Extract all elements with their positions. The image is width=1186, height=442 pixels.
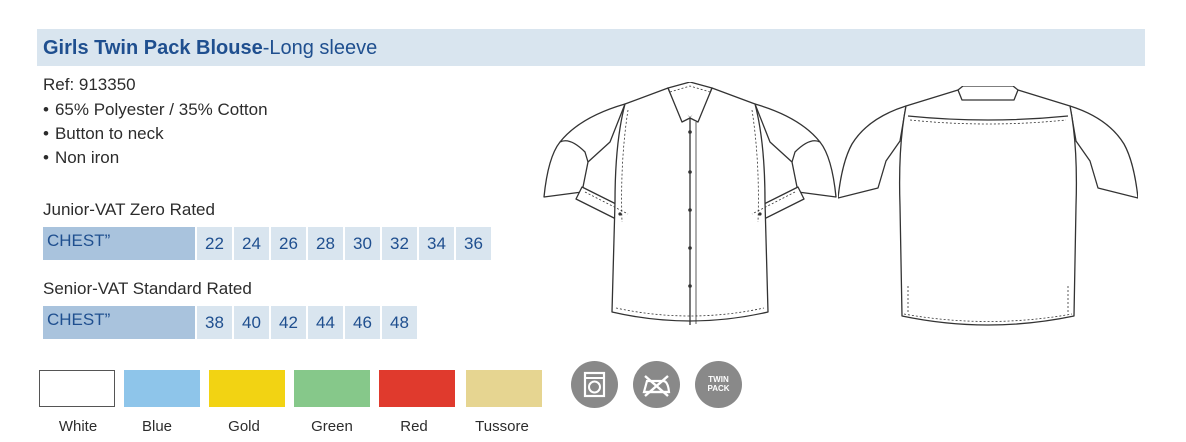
size-cell: 28 bbox=[308, 227, 343, 260]
feature-item: Non iron bbox=[43, 146, 268, 170]
swatch-green[interactable] bbox=[294, 370, 370, 407]
size-cell: 26 bbox=[271, 227, 306, 260]
swatch-label-white: White bbox=[58, 418, 98, 435]
size-cell: 44 bbox=[308, 306, 343, 339]
size-cell: 30 bbox=[345, 227, 380, 260]
swatch-red[interactable] bbox=[379, 370, 455, 407]
title-bar: Girls Twin Pack Blouse-Long sleeve bbox=[37, 29, 1145, 66]
shirt-front-illustration bbox=[543, 82, 837, 325]
size-cell: 38 bbox=[197, 306, 232, 339]
size-cell: 48 bbox=[382, 306, 417, 339]
junior-label: Junior-VAT Zero Rated bbox=[43, 200, 215, 219]
swatch-tussore[interactable] bbox=[466, 370, 542, 407]
swatch-label-blue: Blue bbox=[141, 418, 173, 435]
twin-pack-line1: TWIN bbox=[708, 375, 729, 384]
size-cell: 34 bbox=[419, 227, 454, 260]
feature-item: Button to neck bbox=[43, 122, 268, 146]
size-cell: 42 bbox=[271, 306, 306, 339]
swatch-label-red: Red bbox=[400, 418, 428, 435]
size-cell: 36 bbox=[456, 227, 491, 260]
feature-item: 65% Polyester / 35% Cotton bbox=[43, 98, 268, 122]
twin-pack-line2: PACK bbox=[707, 384, 730, 393]
senior-chest-header: CHEST” bbox=[43, 306, 195, 339]
senior-size-table: CHEST” 38 40 42 44 46 48 bbox=[43, 306, 419, 339]
junior-chest-header: CHEST” bbox=[43, 227, 195, 260]
swatch-label-gold: Gold bbox=[228, 418, 260, 435]
feature-list: 65% Polyester / 35% Cotton Button to nec… bbox=[43, 98, 268, 170]
senior-label: Senior-VAT Standard Rated bbox=[43, 279, 252, 298]
no-iron-icon bbox=[633, 361, 680, 408]
shirt-back-illustration bbox=[838, 86, 1138, 326]
swatch-blue[interactable] bbox=[124, 370, 200, 407]
twin-pack-text: TWIN PACK bbox=[695, 375, 742, 393]
size-cell: 24 bbox=[234, 227, 269, 260]
swatch-gold[interactable] bbox=[209, 370, 285, 407]
washing-machine-icon bbox=[571, 361, 618, 408]
size-cell: 32 bbox=[382, 227, 417, 260]
product-title: Girls Twin Pack Blouse-Long sleeve bbox=[43, 37, 377, 60]
product-title-variant: -Long sleeve bbox=[262, 37, 378, 59]
junior-size-table: CHEST” 22 24 26 28 30 32 34 36 bbox=[43, 227, 493, 260]
product-ref: Ref: 913350 bbox=[43, 75, 136, 94]
swatch-white[interactable] bbox=[39, 370, 115, 407]
size-cell: 22 bbox=[197, 227, 232, 260]
swatch-label-tussore: Tussore bbox=[475, 418, 529, 435]
swatch-label-green: Green bbox=[311, 418, 353, 435]
size-cell: 40 bbox=[234, 306, 269, 339]
twin-pack-icon: TWIN PACK bbox=[695, 361, 742, 408]
product-title-main: Girls Twin Pack Blouse bbox=[43, 37, 263, 59]
size-cell: 46 bbox=[345, 306, 380, 339]
